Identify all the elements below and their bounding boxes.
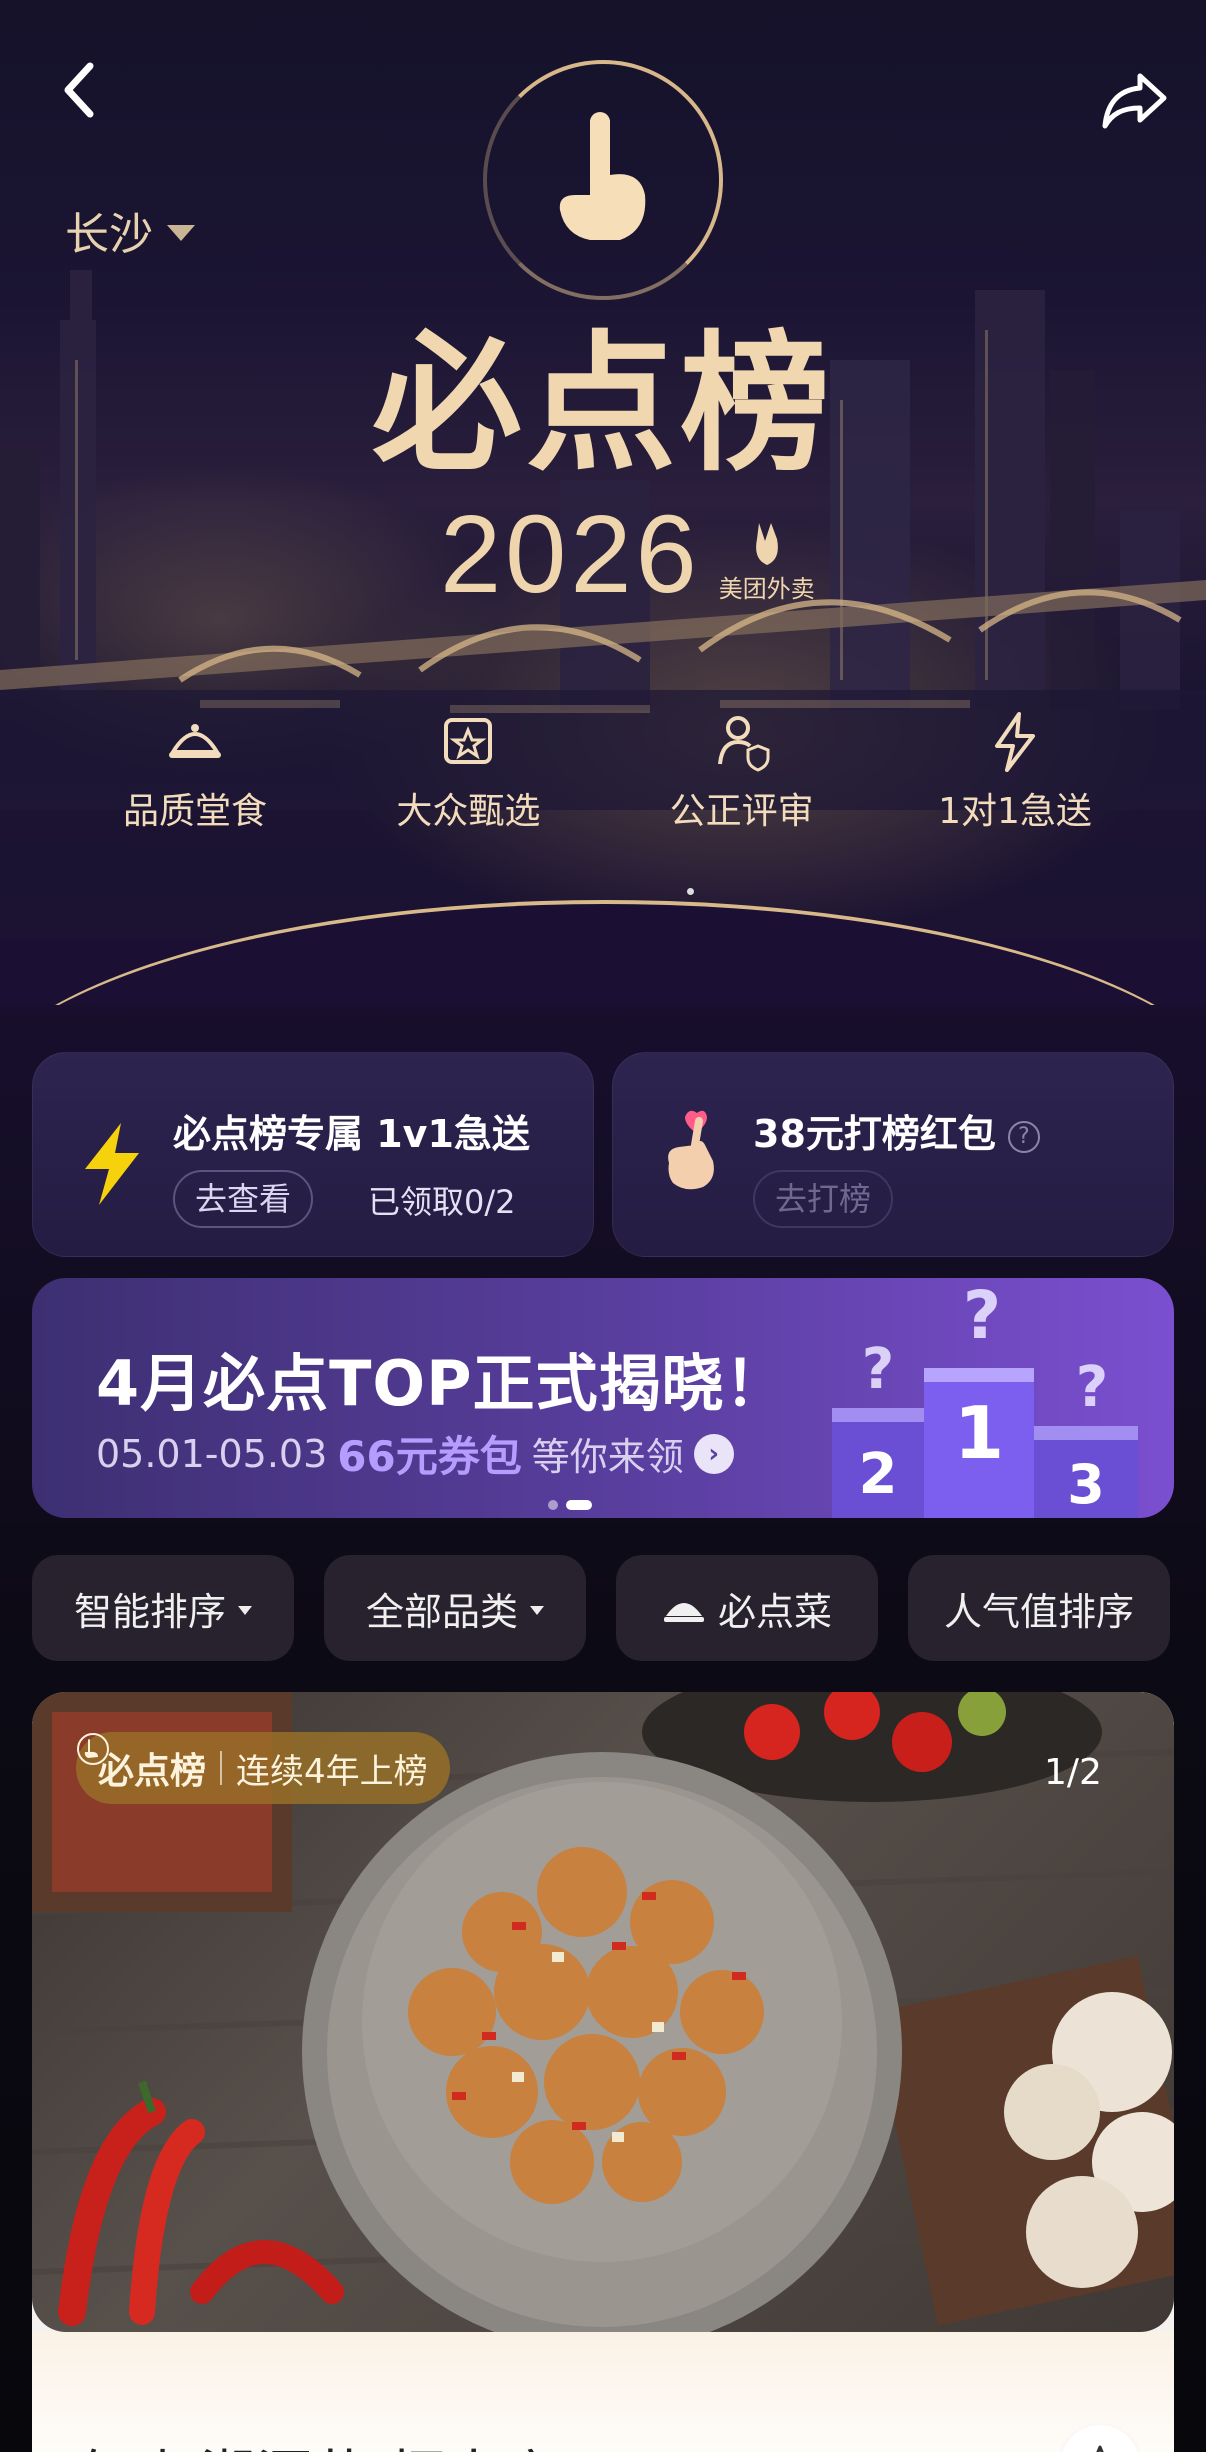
podium-first: 1 xyxy=(954,1391,1004,1475)
restaurant-photo[interactable]: 必点榜 连续4年上榜 1/2 xyxy=(32,1692,1174,2332)
feature-quality-dining: 品质堂食 xyxy=(85,710,305,834)
restaurant-name[interactable]: 有味·湘潭菜(恒大店) xyxy=(70,2432,580,2452)
feature-fair-review: 公正评审 xyxy=(632,710,852,834)
view-button[interactable]: 去查看 xyxy=(173,1170,314,1228)
caret-down-icon xyxy=(238,1605,252,1615)
feature-label: 大众甄选 xyxy=(396,791,541,832)
page: 长沙 必点榜 2026 美团外卖 品质堂食 大众甄选 公正评审 1对1急送 必点… xyxy=(0,0,1206,2452)
kangaroo-icon xyxy=(755,523,778,565)
banner-dot-active xyxy=(566,1500,592,1510)
banner-amount: 66元券包 xyxy=(337,1432,522,1481)
banner-title: 4月必点TOP正式揭晓！ xyxy=(96,1347,788,1420)
podium-second: 2 xyxy=(859,1442,898,1507)
feature-label: 公正评审 xyxy=(669,791,814,832)
cloche-icon xyxy=(663,1603,704,1622)
chevron-left-icon xyxy=(64,62,94,118)
filter-label: 人气值排序 xyxy=(943,1589,1134,1634)
hero-banner: 长沙 必点榜 2026 美团外卖 品质堂食 大众甄选 公正评审 1对1急送 xyxy=(0,0,1206,1005)
pointing-hand-icon xyxy=(77,1733,109,1765)
feature-public-selection: 大众甄选 xyxy=(358,710,578,834)
lightning-icon xyxy=(85,1123,139,1205)
restaurant-card[interactable]: 必点榜 连续4年上榜 1/2 有味·湘潭菜(恒大店) xyxy=(32,1692,1174,2452)
star-plus-icon xyxy=(1096,2445,1104,2452)
redpacket-promo-title: 38元打榜红包? xyxy=(753,1103,1040,1158)
podium-third: 3 xyxy=(1067,1453,1105,1516)
year-label: 2026 xyxy=(440,493,701,616)
badge-brand: 必点榜 xyxy=(98,1751,207,1792)
lightning-icon xyxy=(994,712,1035,772)
banner-page-indicator xyxy=(548,1500,592,1510)
pointing-hand-icon xyxy=(559,112,646,240)
city-selector[interactable]: 长沙 xyxy=(65,198,195,262)
year-row: 2026 美团外卖 xyxy=(440,500,815,610)
city-name: 长沙 xyxy=(65,209,153,260)
svg-text:?: ? xyxy=(1076,1355,1108,1420)
hero-page-indicator xyxy=(687,888,694,895)
top-reveal-banner[interactable]: 4月必点TOP正式揭晓！ 05.01-05.03 66元券包 等你来领 › 2 … xyxy=(32,1278,1174,1518)
all-categories-filter[interactable]: 全部品类 xyxy=(324,1555,586,1661)
chevron-right-icon: › xyxy=(693,1433,734,1474)
meituan-waimai-logo: 美团外卖 xyxy=(719,519,815,604)
badge-divider xyxy=(220,1751,223,1785)
must-order-dish-filter[interactable]: 必点菜 xyxy=(616,1555,878,1661)
filter-label: 必点菜 xyxy=(717,1589,832,1634)
express-promo-title: 必点榜专属 1v1急送 xyxy=(173,1112,530,1156)
feature-label: 品质堂食 xyxy=(122,791,267,832)
filter-label: 全部品类 xyxy=(365,1589,518,1634)
banner-subtitle: 05.01-05.03 66元券包 等你来领 › xyxy=(96,1423,734,1484)
feature-label: 1对1急送 xyxy=(938,791,1092,832)
help-icon[interactable]: ? xyxy=(1007,1120,1040,1153)
express-promo-card[interactable]: 必点榜专属 1v1急送 去查看 已领取0/2 xyxy=(32,1052,594,1257)
claimed-count: 已领取0/2 xyxy=(368,1183,516,1221)
podium-illustration: 2 1 3 ? ? ? xyxy=(832,1278,1138,1518)
banner-dot xyxy=(548,1500,558,1510)
redpacket-title-text: 38元打榜红包 xyxy=(753,1112,996,1156)
redpacket-promo-card[interactable]: 38元打榜红包? 去打榜 xyxy=(612,1052,1174,1257)
rank-button[interactable]: 去打榜 xyxy=(753,1170,894,1228)
svg-text:?: ? xyxy=(862,1337,894,1402)
banner-dates: 05.01-05.03 xyxy=(96,1431,328,1476)
back-button[interactable] xyxy=(50,60,110,120)
share-arrow-icon xyxy=(1102,73,1167,129)
smart-sort-filter[interactable]: 智能排序 xyxy=(32,1555,294,1661)
selection-badge-icon xyxy=(444,718,493,764)
caret-down-icon xyxy=(167,225,195,241)
filter-label: 智能排序 xyxy=(73,1589,226,1634)
ranking-badge: 必点榜 连续4年上榜 xyxy=(76,1732,450,1804)
sub-brand-label: 美团外卖 xyxy=(718,575,815,603)
heart-hand-icon xyxy=(668,1110,714,1190)
popularity-sort-filter[interactable]: 人气值排序 xyxy=(908,1555,1170,1661)
photo-counter: 1/2 xyxy=(1044,1752,1102,1793)
dining-cloche-icon xyxy=(169,724,221,758)
caret-down-icon xyxy=(530,1605,544,1615)
banner-cta: 等你来领 xyxy=(531,1435,684,1479)
share-button[interactable] xyxy=(1095,60,1175,140)
brand-title: 必点榜 xyxy=(371,318,834,492)
filter-bar: 智能排序 全部品类 必点菜 人气值排序 xyxy=(32,1555,1174,1661)
feature-row: 品质堂食 大众甄选 公正评审 1对1急送 xyxy=(85,710,1125,834)
badge-text: 连续4年上榜 xyxy=(236,1751,428,1792)
svg-text:?: ? xyxy=(963,1278,1001,1354)
feature-express-delivery: 1对1急送 xyxy=(905,710,1125,834)
fair-review-icon xyxy=(717,716,770,772)
